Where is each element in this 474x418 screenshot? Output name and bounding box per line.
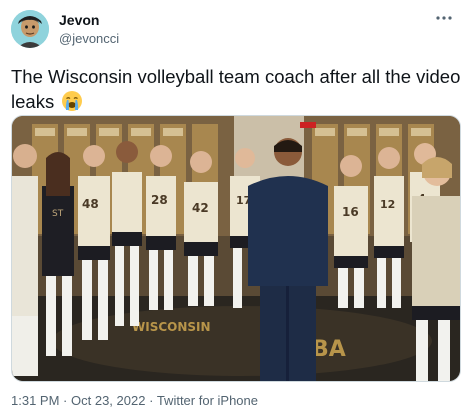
svg-text:BA: BA [312, 337, 346, 362]
author-handle[interactable]: @jevoncci [59, 31, 119, 46]
svg-text:42: 42 [192, 201, 209, 215]
volleyball-team-photo: WISCONSIN BA ST 48 28 42 17 16 12 [12, 116, 460, 381]
svg-text:ST: ST [52, 209, 64, 219]
meta-separator: · [149, 393, 154, 408]
svg-text:48: 48 [82, 197, 99, 211]
svg-text:28: 28 [151, 193, 168, 207]
meta-separator: · [63, 393, 68, 408]
svg-text:12: 12 [380, 198, 395, 211]
author-display-name[interactable]: Jevon [59, 12, 99, 28]
svg-text:WISCONSIN: WISCONSIN [132, 320, 211, 334]
cartoon-avatar-icon [11, 10, 49, 48]
tweet-date[interactable]: Oct 23, 2022 [71, 393, 145, 408]
tweet-source[interactable]: Twitter for iPhone [157, 393, 258, 408]
more-options-icon[interactable] [432, 10, 456, 30]
svg-text:16: 16 [342, 205, 359, 219]
tweet-text: The Wisconsin volleyball team coach afte… [11, 64, 461, 114]
author-avatar[interactable] [11, 10, 49, 48]
tweet-photo[interactable]: WISCONSIN BA ST 48 28 42 17 16 12 [11, 115, 461, 382]
tweet-card: Jevon @jevoncci The Wisconsin volleyball… [0, 0, 474, 418]
tweet-meta: 1:31 PM · Oct 23, 2022 · Twitter for iPh… [11, 393, 258, 408]
tweet-time[interactable]: 1:31 PM [11, 393, 59, 408]
loudly-crying-face-icon [61, 90, 83, 112]
